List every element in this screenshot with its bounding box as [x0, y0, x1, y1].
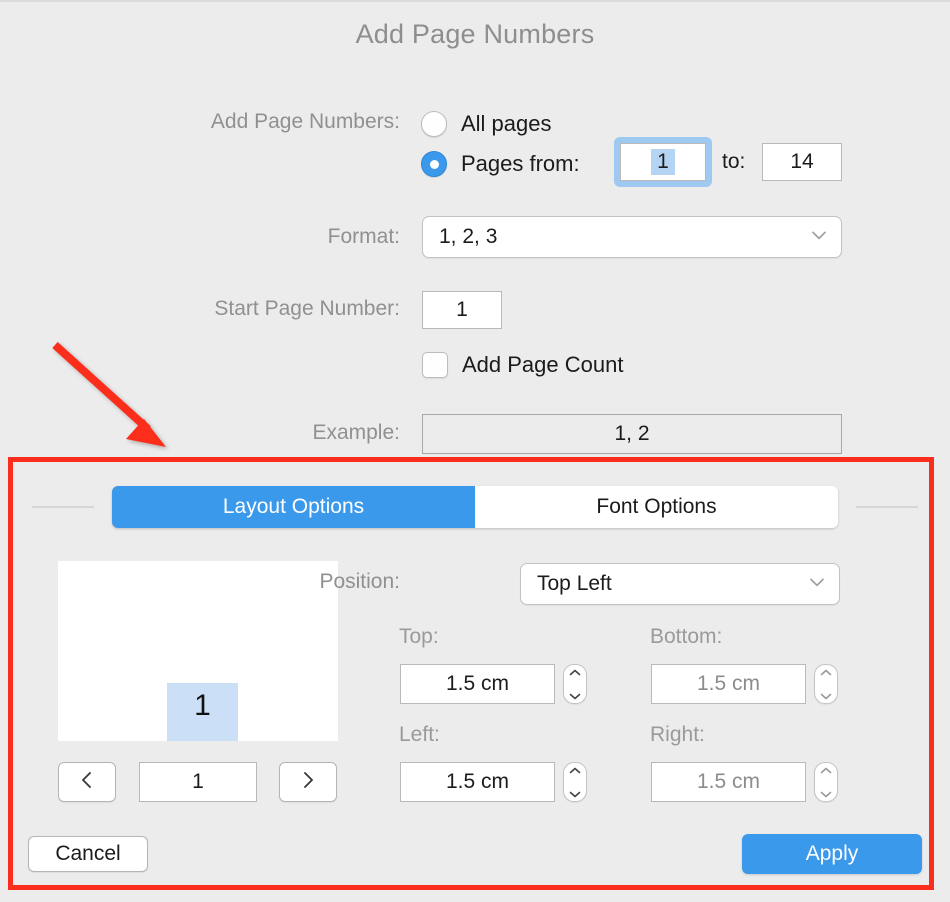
- chevron-down-icon: [811, 227, 827, 243]
- chevron-down-icon[interactable]: [569, 785, 581, 803]
- margin-left-stepper[interactable]: [563, 762, 587, 802]
- start-page-number-input[interactable]: 1: [422, 291, 502, 329]
- preview-next-page-button[interactable]: [279, 762, 337, 802]
- window-top-divider: [0, 0, 950, 2]
- margin-top-label: Top:: [399, 625, 439, 648]
- page-number-marker[interactable]: 1: [167, 683, 238, 741]
- cancel-button[interactable]: Cancel: [28, 836, 148, 872]
- margin-bottom-stepper[interactable]: [814, 664, 838, 704]
- start-page-number-label-row: Start Page Number:: [0, 297, 400, 321]
- chevron-down-icon[interactable]: [820, 687, 832, 705]
- add-page-numbers-label: Add Page Numbers:: [210, 110, 400, 133]
- format-select[interactable]: 1, 2, 3: [422, 216, 842, 258]
- preview-prev-page-button[interactable]: [58, 762, 116, 802]
- preview-page-input[interactable]: 1: [139, 762, 257, 802]
- options-tabbar: Layout Options Font Options: [112, 486, 838, 528]
- dialog-title: Add Page Numbers: [355, 19, 595, 49]
- radio-option-pages-from[interactable]: Pages from:: [421, 146, 580, 182]
- chevron-up-icon[interactable]: [569, 761, 581, 779]
- add-page-numbers-dialog: Add Page Numbers Add Page Numbers: All p…: [0, 0, 950, 902]
- start-page-number-label: Start Page Number:: [214, 297, 400, 320]
- example-value-field: 1, 2: [422, 414, 842, 454]
- annotation-arrow-icon: [52, 342, 166, 447]
- chevron-left-icon: [78, 770, 96, 795]
- pages-from-focus-ring: 1: [614, 137, 712, 187]
- margin-left-input[interactable]: 1.5 cm: [400, 762, 555, 802]
- add-page-count-label: Add Page Count: [462, 352, 624, 377]
- page-range-radio-group: All pages Pages from:: [421, 106, 580, 182]
- chevron-right-icon: [299, 770, 317, 795]
- pages-to-label: to:: [722, 150, 746, 173]
- radio-pages-from-label: Pages from:: [461, 151, 580, 176]
- format-label: Format:: [327, 225, 400, 248]
- margin-bottom-label: Bottom:: [650, 625, 723, 648]
- position-label: Position:: [319, 570, 400, 593]
- apply-button[interactable]: Apply: [742, 834, 922, 874]
- chevron-down-icon[interactable]: [569, 687, 581, 705]
- pages-from-input[interactable]: 1: [620, 143, 706, 181]
- margin-top-stepper[interactable]: [563, 664, 587, 704]
- format-select-value: 1, 2, 3: [439, 225, 498, 248]
- radio-all-pages-label: All pages: [461, 111, 552, 136]
- margin-bottom-input[interactable]: 1.5 cm: [651, 664, 806, 704]
- radio-all-pages-icon[interactable]: [421, 111, 447, 137]
- chevron-up-icon[interactable]: [820, 663, 832, 681]
- chevron-down-icon: [809, 574, 825, 590]
- radio-pages-from-icon[interactable]: [421, 151, 447, 177]
- tabbar-divider-left: [32, 506, 94, 508]
- format-label-row: Format:: [0, 225, 400, 249]
- position-select-value: Top Left: [537, 572, 612, 595]
- margin-right-label: Right:: [650, 723, 705, 746]
- position-select[interactable]: Top Left: [520, 563, 840, 605]
- margin-top-input[interactable]: 1.5 cm: [400, 664, 555, 704]
- margin-right-input[interactable]: 1.5 cm: [651, 762, 806, 802]
- tabbar-divider-right: [856, 506, 918, 508]
- pages-from-value: 1: [651, 149, 675, 175]
- chevron-down-icon[interactable]: [820, 785, 832, 803]
- pages-to-input[interactable]: 14: [762, 143, 842, 181]
- margin-right-stepper[interactable]: [814, 762, 838, 802]
- add-page-count-checkbox[interactable]: [422, 352, 448, 378]
- tab-font-options[interactable]: Font Options: [475, 486, 838, 528]
- margin-left-label: Left:: [399, 723, 440, 746]
- add-page-numbers-label-row: Add Page Numbers:: [0, 110, 400, 134]
- radio-option-all-pages[interactable]: All pages: [421, 106, 580, 142]
- chevron-up-icon[interactable]: [569, 663, 581, 681]
- tab-layout-options[interactable]: Layout Options: [112, 486, 475, 528]
- chevron-up-icon[interactable]: [820, 761, 832, 779]
- add-page-count-row[interactable]: Add Page Count: [422, 352, 623, 378]
